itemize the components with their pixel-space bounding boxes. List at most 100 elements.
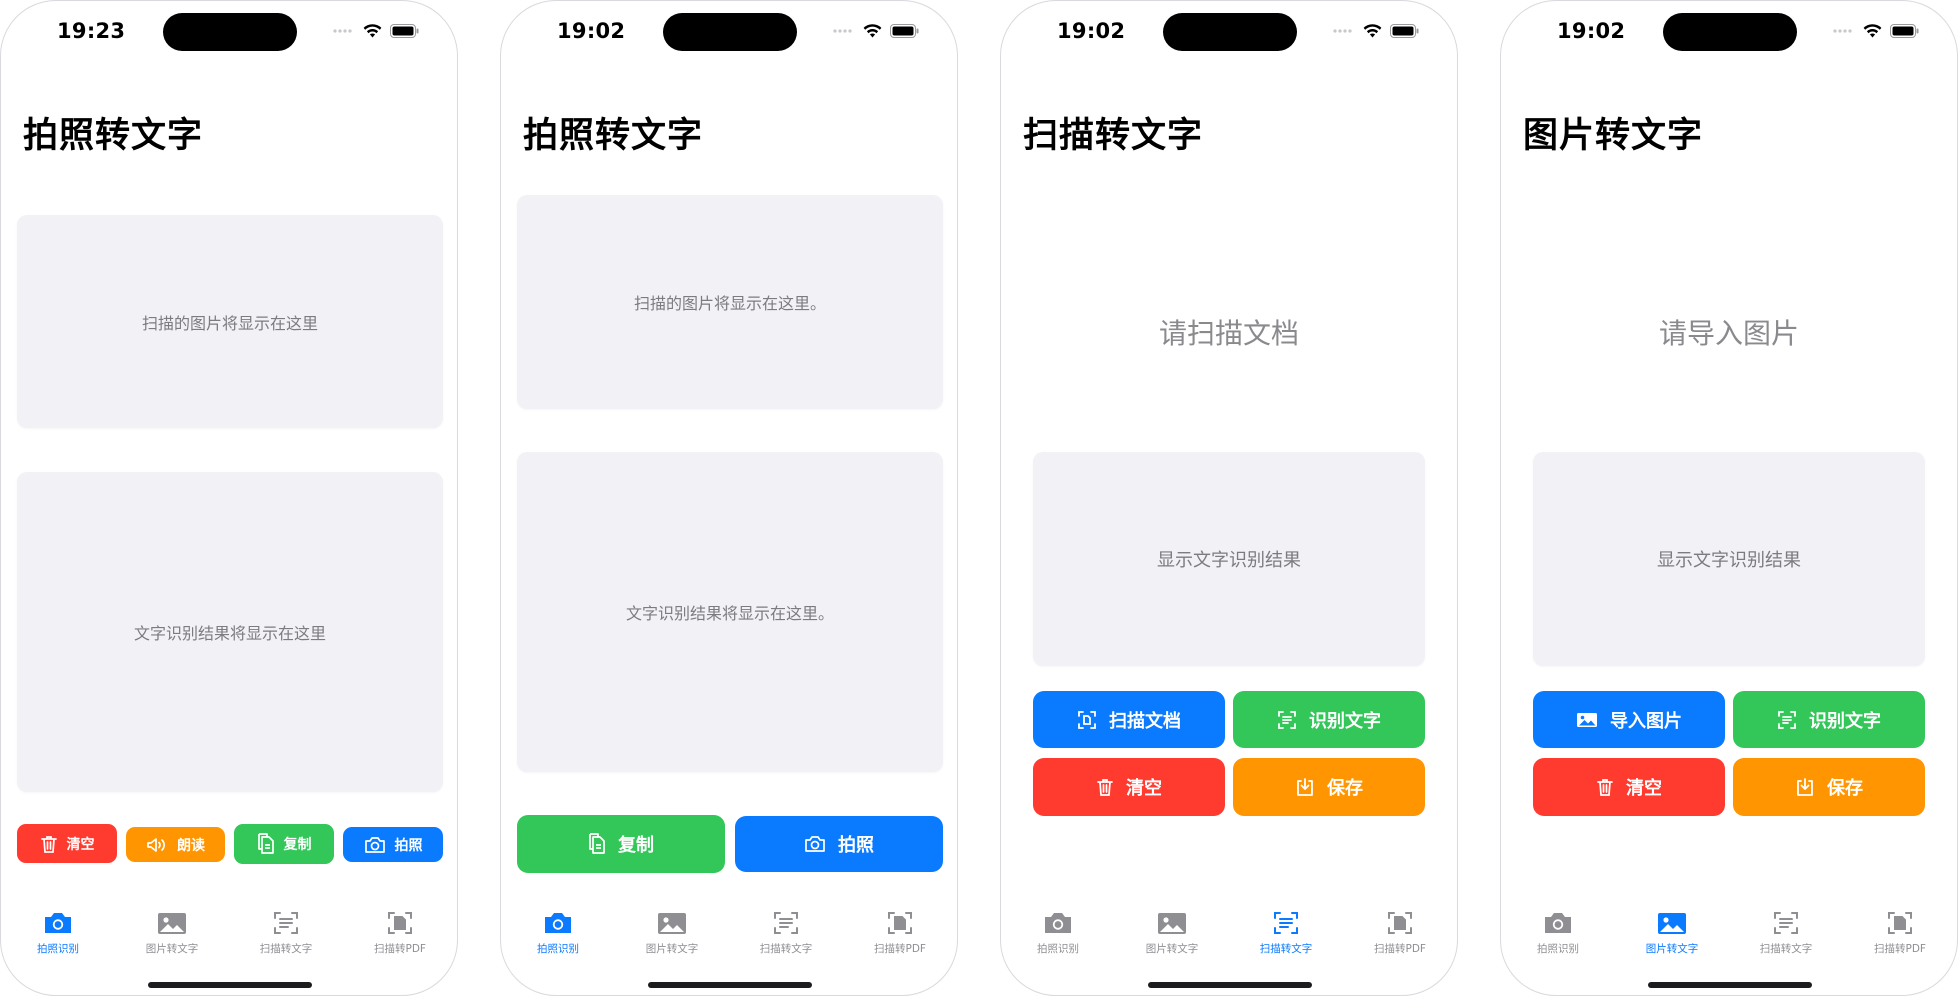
take-photo-button-label: 拍照: [838, 835, 874, 856]
tab-photo-recognition[interactable]: 拍照识别: [501, 909, 615, 969]
doc-scan-icon: [888, 912, 912, 934]
tab-label: 图片转文字: [145, 943, 199, 955]
take-photo-button[interactable]: 拍照: [343, 827, 443, 862]
recognize-text-button[interactable]: 识别文字: [1233, 691, 1425, 748]
phone-screen-4: 19:02 图片转文字 请导入图片 显示文字识别结果 导入图片 识别文字 清空 …: [1500, 0, 1958, 996]
wifi-icon: [863, 24, 882, 38]
tab-label: 扫描转PDF: [874, 943, 926, 955]
result-placeholder: 显示文字识别结果: [1033, 452, 1425, 666]
status-icons: [333, 20, 419, 42]
battery-icon: [1890, 24, 1919, 38]
tab-scan-to-text[interactable]: 扫描转文字: [229, 909, 343, 969]
tab-label: 扫描转PDF: [1874, 943, 1926, 955]
save-icon: [1797, 778, 1813, 796]
camera-icon: [1045, 913, 1071, 933]
tab-label: 扫描转文字: [759, 943, 813, 955]
tab-label: 扫描转文字: [1759, 943, 1813, 955]
status-time: 19:02: [1557, 19, 1626, 43]
page-title: 拍照转文字: [523, 116, 704, 156]
clear-button[interactable]: 清空: [17, 824, 117, 863]
tab-scan-to-pdf[interactable]: 扫描转PDF: [1843, 909, 1957, 969]
import-prompt: 请导入图片: [1658, 317, 1799, 350]
battery-icon: [890, 24, 919, 38]
clear-button-label: 清空: [1126, 778, 1162, 799]
tab-bar: 拍照识别 图片转文字 扫描转文字 扫描转PDF: [1001, 909, 1457, 969]
status-time: 19:23: [57, 19, 126, 43]
photo-icon: [158, 913, 186, 934]
tab-scan-to-text[interactable]: 扫描转文字: [1229, 909, 1343, 969]
status-bar: 19:23: [1, 1, 457, 61]
tab-label: 图片转文字: [1645, 943, 1699, 955]
photo-icon: [1658, 913, 1686, 934]
scan-document-button[interactable]: 扫描文档: [1033, 691, 1225, 748]
text-scan-icon: [1774, 912, 1798, 934]
clear-button[interactable]: 清空: [1033, 758, 1225, 816]
recognize-text-button[interactable]: 识别文字: [1733, 691, 1925, 748]
dynamic-island: [163, 13, 297, 51]
battery-icon: [390, 24, 419, 38]
tab-scan-to-pdf[interactable]: 扫描转PDF: [1343, 909, 1457, 969]
take-photo-button[interactable]: 拍照: [735, 816, 943, 872]
tab-scan-to-text[interactable]: 扫描转文字: [729, 909, 843, 969]
tab-scan-to-pdf[interactable]: 扫描转PDF: [843, 909, 957, 969]
tab-scan-to-text[interactable]: 扫描转文字: [1729, 909, 1843, 969]
wifi-icon: [363, 24, 382, 38]
photo-icon: [1577, 712, 1597, 727]
tab-label: 扫描转文字: [1259, 943, 1313, 955]
tab-image-to-text[interactable]: 图片转文字: [115, 909, 229, 969]
copy-button-label: 复制: [618, 835, 654, 856]
doc-scan-icon: [388, 912, 412, 934]
signal-icon: [833, 29, 852, 33]
text-scan-icon: [1274, 912, 1298, 934]
tab-photo-recognition[interactable]: 拍照识别: [1501, 909, 1615, 969]
status-time: 19:02: [1057, 19, 1126, 43]
home-indicator: [648, 982, 812, 988]
result-placeholder: 文字识别结果将显示在这里。: [517, 452, 943, 772]
home-indicator: [148, 982, 312, 988]
dynamic-island: [1663, 13, 1797, 51]
tab-bar: 拍照识别 图片转文字 扫描转文字 扫描转PDF: [1, 909, 457, 969]
tab-label: 拍照识别: [537, 943, 579, 955]
signal-icon: [1333, 29, 1352, 33]
recognize-text-button-label: 识别文字: [1309, 710, 1381, 732]
copy-button[interactable]: 复制: [234, 824, 334, 864]
clear-button[interactable]: 清空: [1533, 758, 1725, 816]
result-placeholder: 文字识别结果将显示在这里: [17, 472, 443, 792]
page-title: 拍照转文字: [23, 116, 204, 156]
tab-photo-recognition[interactable]: 拍照识别: [1001, 909, 1115, 969]
tab-label: 扫描转PDF: [1374, 943, 1426, 955]
wifi-icon: [1863, 24, 1882, 38]
camera-icon: [364, 836, 385, 853]
recognize-text-button-label: 识别文字: [1809, 710, 1881, 732]
image-placeholder: 扫描的图片将显示在这里: [17, 215, 443, 428]
import-image-button-label: 导入图片: [1610, 710, 1682, 732]
import-image-button[interactable]: 导入图片: [1533, 691, 1725, 748]
tab-image-to-text[interactable]: 图片转文字: [1115, 909, 1229, 969]
camera-icon: [1545, 913, 1571, 933]
copy-button[interactable]: 复制: [517, 815, 725, 873]
tab-image-to-text[interactable]: 图片转文字: [615, 909, 729, 969]
read-aloud-button[interactable]: 朗读: [126, 827, 225, 862]
doc-scan-icon: [1078, 710, 1096, 729]
tab-scan-to-pdf[interactable]: 扫描转PDF: [343, 909, 457, 969]
save-button[interactable]: 保存: [1733, 758, 1925, 816]
phone-screen-3: 19:02 扫描转文字 请扫描文档 显示文字识别结果 扫描文档 识别文字 清空 …: [1000, 0, 1458, 996]
tab-label: 拍照识别: [1037, 943, 1079, 955]
status-icons: [833, 20, 919, 42]
tab-label: 图片转文字: [645, 943, 699, 955]
status-bar: 19:02: [1001, 1, 1457, 61]
dynamic-island: [663, 13, 797, 51]
tab-photo-recognition[interactable]: 拍照识别: [1, 909, 115, 969]
tab-image-to-text[interactable]: 图片转文字: [1615, 909, 1729, 969]
home-indicator: [1148, 982, 1312, 988]
take-photo-button-label: 拍照: [394, 837, 423, 854]
image-placeholder: 扫描的图片将显示在这里。: [517, 195, 943, 409]
camera-icon: [805, 836, 825, 852]
save-button-label: 保存: [1827, 778, 1863, 799]
tab-label: 图片转文字: [1145, 943, 1199, 955]
copy-icon: [257, 833, 274, 854]
camera-icon: [45, 913, 71, 933]
read-aloud-button-label: 朗读: [177, 837, 205, 854]
scan-document-button-label: 扫描文档: [1109, 710, 1181, 732]
save-button[interactable]: 保存: [1233, 758, 1425, 816]
